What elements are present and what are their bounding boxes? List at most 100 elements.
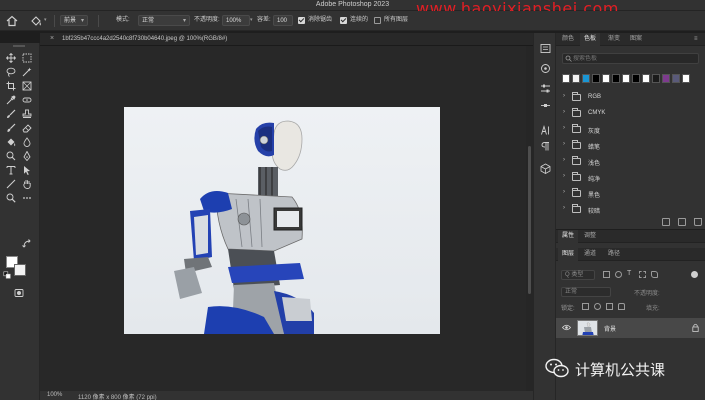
canvas-scrollbar[interactable] (526, 46, 533, 391)
fill-source-dropdown[interactable]: 前景 ▾ (60, 15, 88, 26)
tolerance-input[interactable]: 100 (273, 15, 293, 26)
zoom-tool-icon[interactable] (6, 193, 16, 203)
quick-mask-icon[interactable] (14, 288, 24, 298)
filter-toggle-icon[interactable] (691, 271, 698, 278)
adjustment-filter-icon[interactable] (615, 271, 622, 278)
tab-patterns[interactable]: 图案 (626, 33, 646, 46)
paragraph-panel-icon[interactable] (540, 141, 551, 152)
trash-icon[interactable] (694, 218, 702, 226)
swatch-group-darker[interactable]: › 较暗 (562, 203, 699, 216)
color-swatch[interactable] (622, 74, 630, 83)
opacity-input[interactable]: 100% (222, 15, 250, 26)
magic-wand-tool-icon[interactable] (22, 67, 32, 77)
tab-gradients[interactable]: 渐变 (604, 33, 624, 46)
tab-swatches[interactable]: 色板 (580, 33, 601, 46)
color-swatch[interactable] (592, 74, 600, 83)
new-group-icon[interactable] (662, 218, 670, 226)
swatch-group-rgb[interactable]: › RGB (562, 91, 699, 104)
swatch-group-cmyk[interactable]: › CMYK (562, 107, 699, 120)
eye-icon[interactable] (562, 324, 571, 331)
character-panel-icon[interactable] (540, 125, 551, 136)
more-tools-icon[interactable] (22, 193, 32, 203)
frame-tool-icon[interactable] (22, 81, 32, 91)
color-swatch[interactable] (642, 74, 650, 83)
layer-row-background[interactable]: 背景 (556, 318, 705, 338)
smart-object-filter-icon[interactable] (651, 271, 658, 278)
antialias-checkbox[interactable] (298, 17, 305, 24)
shape-filter-icon[interactable] (639, 271, 646, 278)
zoom-level[interactable]: 100% (47, 392, 62, 398)
color-swatch[interactable] (602, 74, 610, 83)
tab-layers[interactable]: 图层 (558, 248, 579, 261)
paint-bucket-icon[interactable] (30, 15, 42, 29)
marquee-tool-icon[interactable] (22, 53, 32, 63)
eraser-tool-icon[interactable] (22, 123, 32, 133)
type-filter-icon[interactable]: T (627, 270, 634, 277)
color-swatch[interactable] (652, 74, 660, 83)
tab-paths[interactable]: 路径 (604, 248, 624, 261)
swatch-group-black[interactable]: › 黑色 (562, 187, 699, 200)
layer-kind-filter[interactable]: Q 类型 (561, 270, 595, 280)
paint-bucket-tool-icon[interactable] (6, 137, 16, 147)
type-tool-icon[interactable] (6, 165, 16, 175)
home-icon[interactable] (6, 15, 18, 29)
history-panel-icon[interactable] (540, 43, 551, 54)
lock-pixels-icon[interactable] (582, 303, 589, 310)
close-icon[interactable]: × (50, 35, 54, 42)
swatch-search-input[interactable] (573, 55, 693, 63)
contiguous-checkbox[interactable] (340, 17, 347, 24)
swatch-group-pastel[interactable]: › 蜡笔 (562, 139, 699, 152)
history-brush-tool-icon[interactable] (6, 123, 16, 133)
tab-color[interactable]: 颜色 (558, 33, 578, 46)
swatch-group-light[interactable]: › 浅色 (562, 155, 699, 168)
pen-tool-icon[interactable] (22, 151, 32, 161)
swatch-group-pure[interactable]: › 纯净 (562, 171, 699, 184)
brush-tool-icon[interactable] (6, 109, 16, 119)
lock-all-icon[interactable] (618, 303, 625, 310)
3d-panel-icon[interactable] (540, 163, 551, 174)
pixel-filter-icon[interactable] (603, 271, 610, 278)
tab-channels[interactable]: 通道 (580, 248, 600, 261)
document-tab[interactable]: × 1bf235b47ccc4a2d2540c8f730b04640.jpeg … (40, 33, 533, 46)
crop-tool-icon[interactable] (6, 81, 16, 91)
color-swatch[interactable] (572, 74, 580, 83)
lock-position-icon[interactable] (594, 303, 601, 310)
swatch-search-box[interactable] (562, 53, 699, 64)
color-swatch[interactable] (682, 74, 690, 83)
color-swatch[interactable] (612, 74, 620, 83)
new-swatch-icon[interactable] (678, 218, 686, 226)
dodge-tool-icon[interactable] (6, 151, 16, 161)
color-swatch[interactable] (662, 74, 670, 83)
sliders-panel-icon[interactable] (540, 100, 551, 111)
line-tool-icon[interactable] (6, 179, 16, 189)
robot-image[interactable] (124, 107, 440, 334)
path-selection-tool-icon[interactable] (22, 165, 32, 175)
color-swatch[interactable] (582, 74, 590, 83)
move-tool-icon[interactable] (6, 53, 16, 63)
color-swatch[interactable] (632, 74, 640, 83)
all-layers-checkbox[interactable] (374, 17, 381, 24)
lasso-tool-icon[interactable] (6, 67, 16, 77)
background-color-swatch[interactable] (14, 264, 26, 276)
color-swatch[interactable] (562, 74, 570, 83)
opacity-caret-icon[interactable]: ▾ (250, 17, 253, 23)
swatch-group-grayscale[interactable]: › 灰度 (562, 123, 699, 136)
default-colors-icon[interactable] (3, 271, 11, 279)
swap-colors-icon[interactable] (22, 239, 32, 249)
lock-artboard-icon[interactable] (606, 303, 613, 310)
tab-properties[interactable]: 属性 (558, 230, 579, 243)
hand-tool-icon[interactable] (22, 179, 32, 189)
tool-preset-caret[interactable]: ▾ (44, 17, 47, 23)
adjustments-panel-icon[interactable] (540, 83, 551, 94)
document-size-info[interactable]: 1120 像素 x 800 像素 (72 ppi) (78, 392, 157, 400)
toolbox-grip[interactable] (13, 45, 25, 47)
stamp-tool-icon[interactable] (22, 109, 32, 119)
panel-menu-icon[interactable]: ≡ (694, 33, 698, 46)
color-panel-icon[interactable] (540, 63, 551, 74)
tab-adjustments[interactable]: 调整 (580, 230, 600, 243)
blend-mode-dropdown[interactable]: 正常 (561, 287, 611, 297)
eyedropper-tool-icon[interactable] (6, 95, 16, 105)
spot-healing-tool-icon[interactable] (22, 95, 32, 105)
blur-tool-icon[interactable] (22, 137, 32, 147)
mode-dropdown[interactable]: 正常 ▾ (138, 15, 190, 26)
